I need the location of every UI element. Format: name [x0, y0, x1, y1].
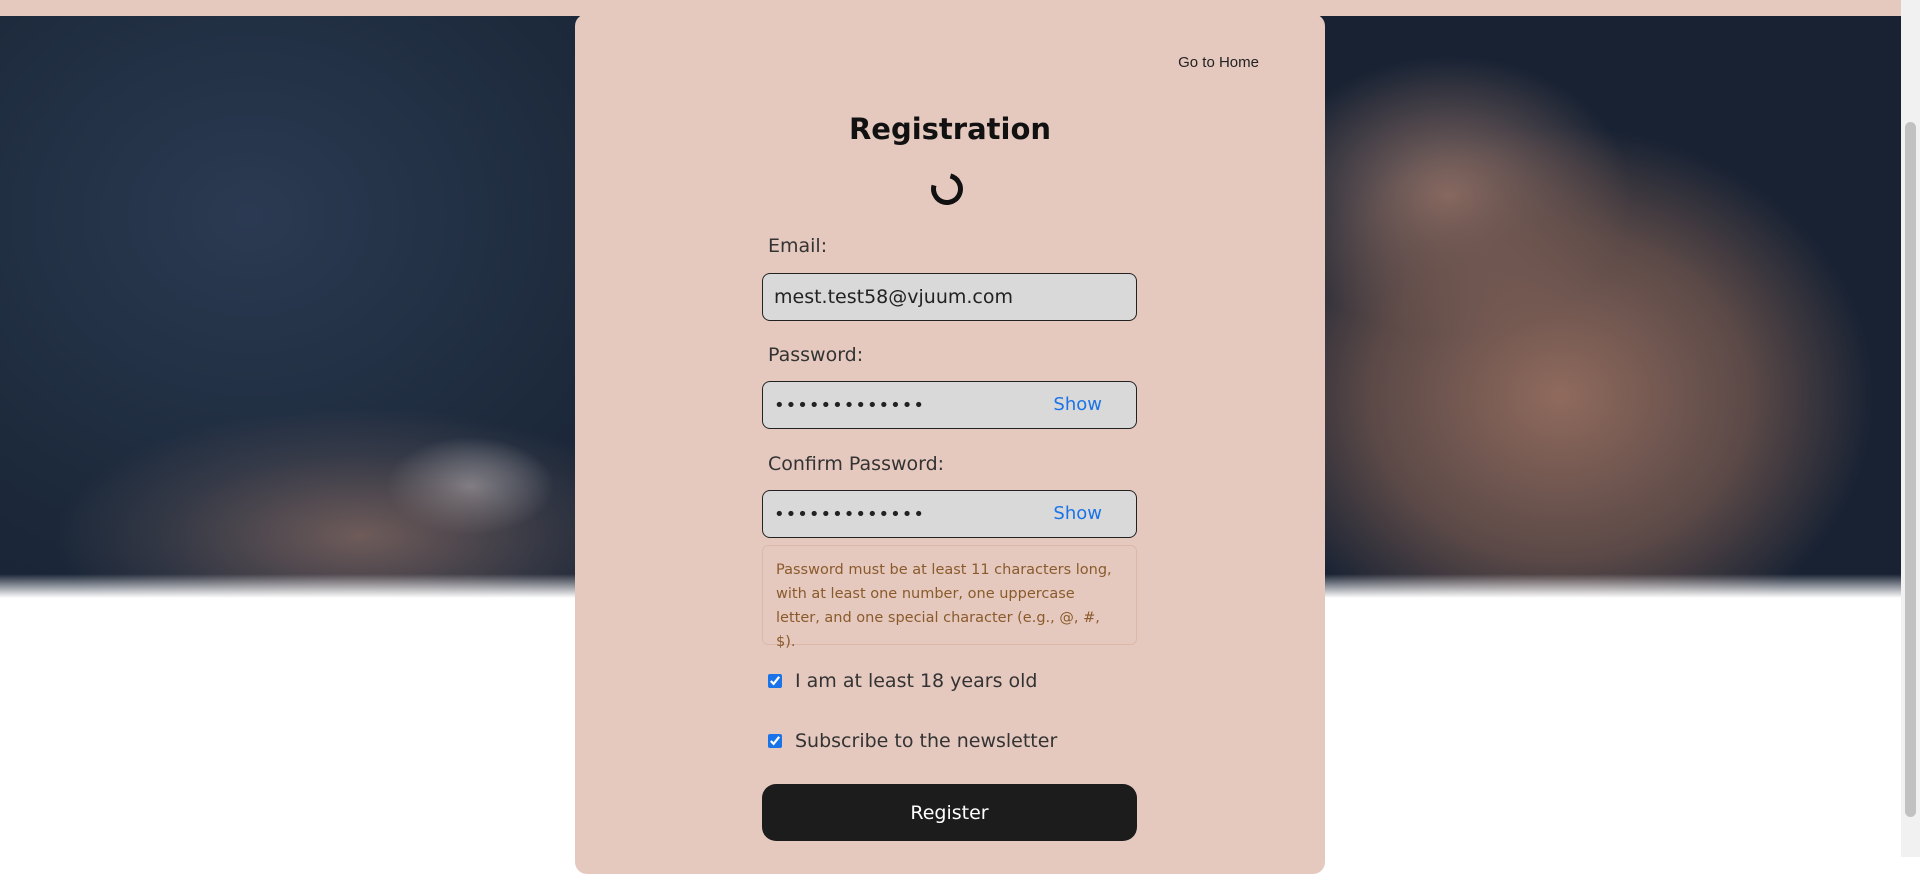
scrollbar-thumb[interactable] [1905, 122, 1916, 817]
newsletter-checkbox[interactable] [768, 734, 782, 748]
age-checkbox[interactable] [768, 674, 782, 688]
confirm-password-field-container: Show [762, 490, 1137, 538]
newsletter-checkbox-row: Subscribe to the newsletter [768, 729, 1057, 753]
go-to-home-link[interactable]: Go to Home [1178, 54, 1259, 71]
email-field[interactable] [774, 274, 1044, 320]
password-field-container: Show [762, 381, 1137, 429]
password-field[interactable] [774, 382, 1044, 428]
newsletter-checkbox-label[interactable]: Subscribe to the newsletter [795, 730, 1057, 752]
show-password-button[interactable]: Show [1053, 382, 1102, 428]
password-label: Password: [768, 344, 864, 366]
password-requirements-hint: Password must be at least 11 characters … [762, 545, 1137, 650]
confirm-password-field[interactable] [774, 491, 1044, 537]
email-label: Email: [768, 235, 828, 257]
confirm-password-label: Confirm Password: [768, 453, 945, 475]
page-scrollbar[interactable] [1901, 0, 1920, 857]
show-confirm-password-button[interactable]: Show [1053, 491, 1102, 537]
loading-spinner-icon [925, 167, 969, 211]
age-checkbox-row: I am at least 18 years old [768, 669, 1037, 693]
registration-card: Go to Home Registration Email: Password:… [575, 14, 1325, 874]
page-title: Registration [848, 112, 1052, 146]
email-field-container [762, 273, 1137, 321]
register-button[interactable]: Register [762, 784, 1137, 841]
age-checkbox-label[interactable]: I am at least 18 years old [795, 670, 1037, 692]
